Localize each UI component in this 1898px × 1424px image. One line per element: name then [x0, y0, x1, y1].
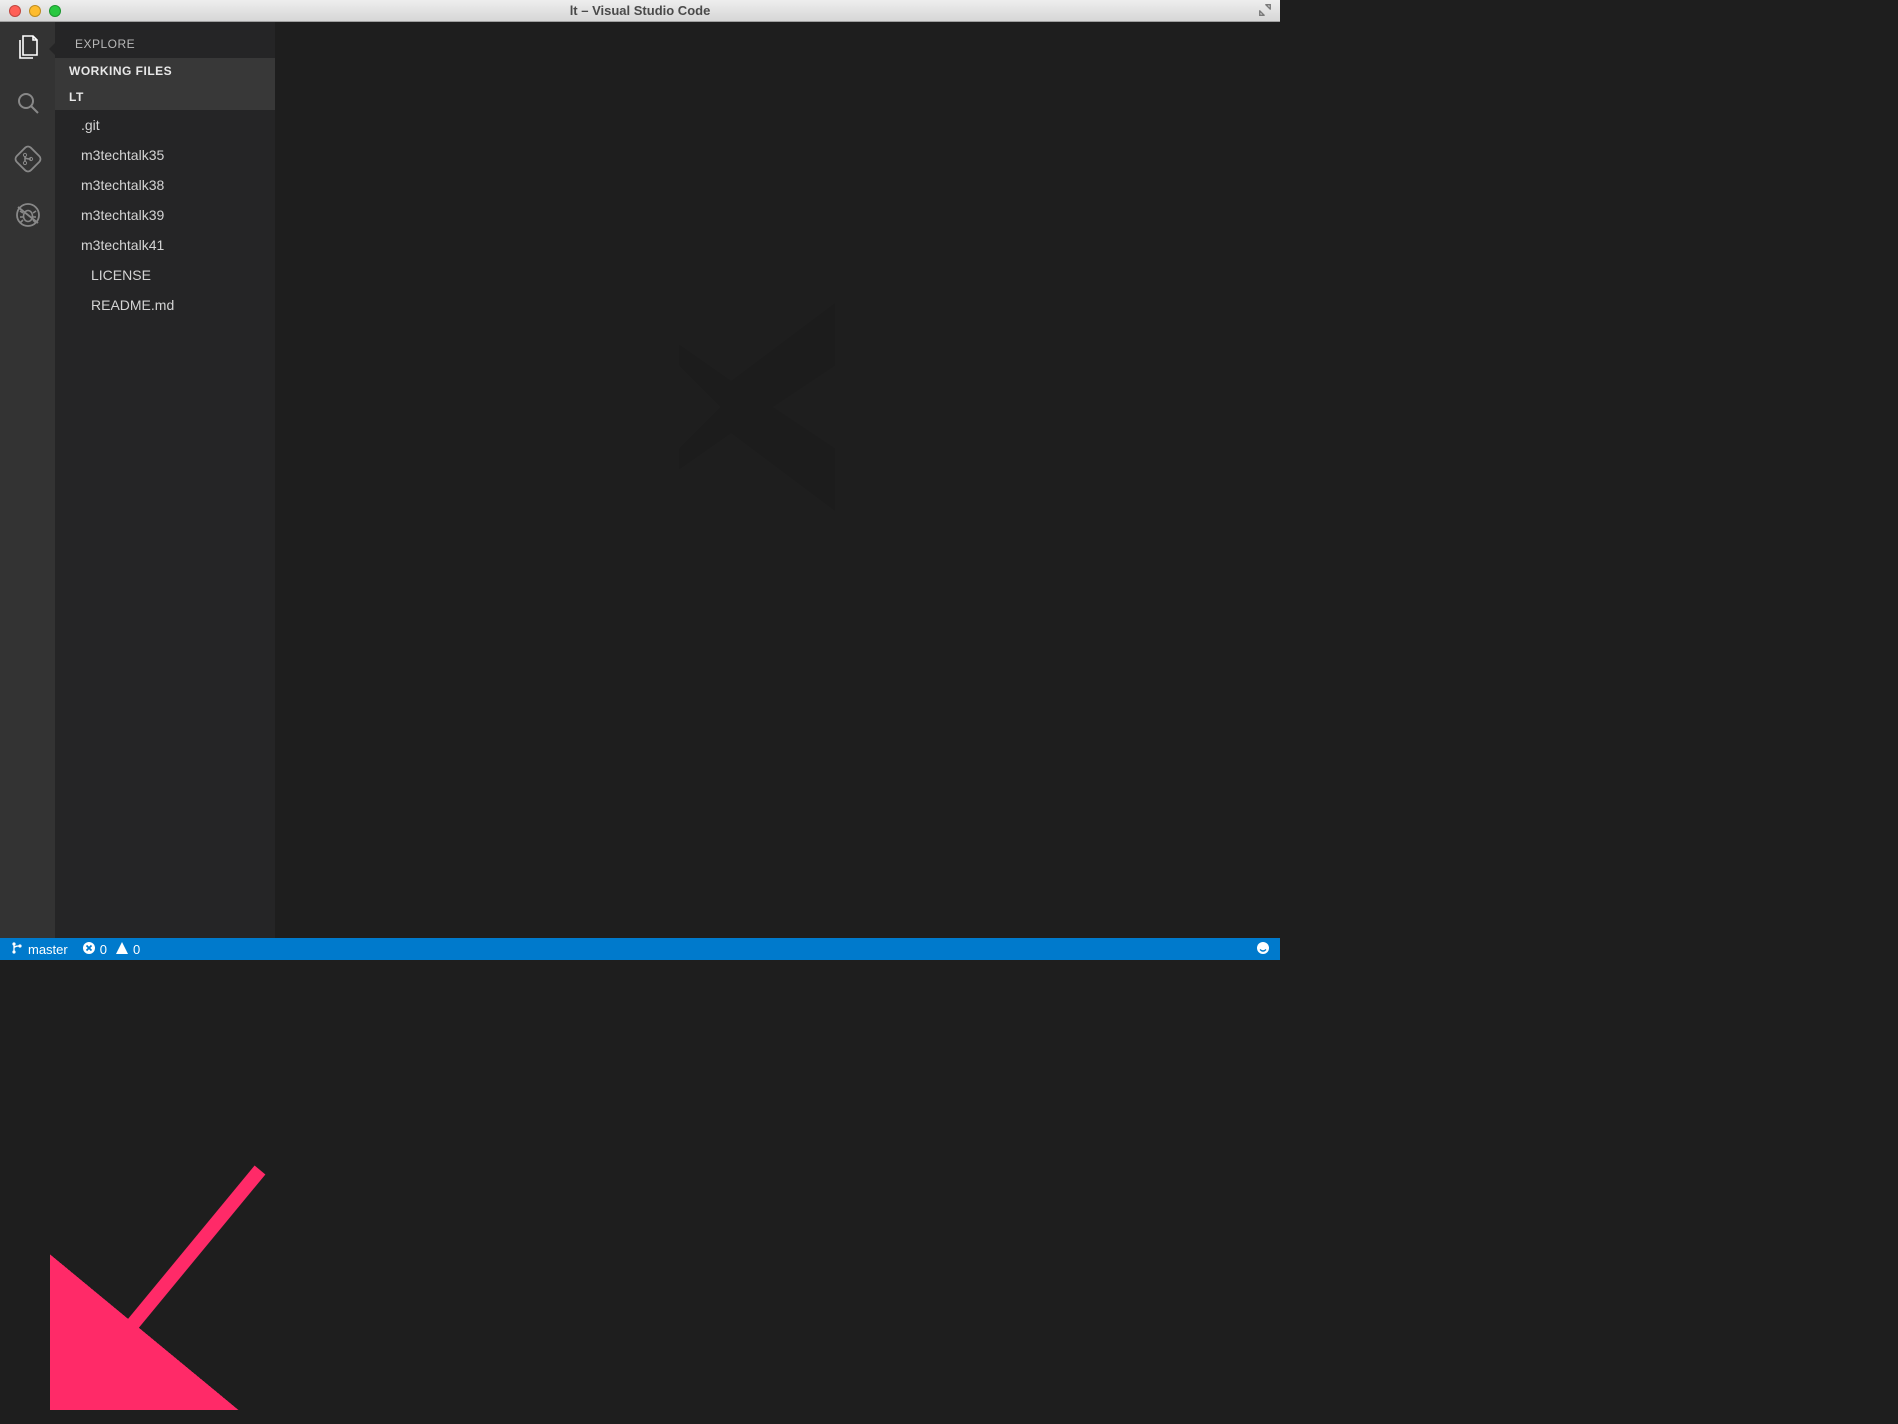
activity-bar	[0, 22, 55, 938]
tree-folder[interactable]: m3techtalk39	[55, 200, 275, 230]
search-icon	[14, 89, 42, 122]
files-icon	[14, 33, 42, 66]
status-warning-count: 0	[133, 942, 140, 957]
tree-item-label: m3techtalk35	[81, 144, 164, 166]
sidebar-panel-title: EXPLORE	[55, 30, 275, 58]
window-title: lt – Visual Studio Code	[0, 3, 1280, 18]
tree-file[interactable]: LICENSE	[55, 260, 275, 290]
git-branch-icon	[14, 145, 42, 178]
tree-folder[interactable]: .git	[55, 110, 275, 140]
window-close-button[interactable]	[9, 5, 21, 17]
status-problems[interactable]: 0 0	[82, 941, 140, 958]
tree-folder[interactable]: m3techtalk41	[55, 230, 275, 260]
fullscreen-icon[interactable]	[1258, 3, 1272, 17]
tree-folder[interactable]: m3techtalk38	[55, 170, 275, 200]
status-feedback[interactable]	[1256, 941, 1270, 958]
traffic-lights	[9, 5, 61, 17]
smiley-icon	[1256, 941, 1270, 958]
section-project[interactable]: LT	[55, 84, 275, 110]
section-project-label: LT	[69, 90, 84, 104]
tree-item-label: .git	[81, 114, 100, 136]
activity-explorer[interactable]	[13, 34, 43, 64]
vscode-logo-icon	[648, 277, 908, 537]
tree-file[interactable]: README.md	[55, 290, 275, 320]
activity-debug[interactable]	[13, 202, 43, 232]
status-branch-name: master	[28, 942, 68, 957]
tree-folder[interactable]: m3techtalk35	[55, 140, 275, 170]
section-working-files-label: WORKING FILES	[69, 64, 172, 78]
warning-icon	[115, 941, 129, 958]
workspace: EXPLORE WORKING FILES LT .git m3techtalk…	[0, 22, 1280, 938]
editor-area	[275, 22, 1280, 938]
activity-git[interactable]	[13, 146, 43, 176]
git-branch-icon	[10, 941, 24, 958]
status-error-count: 0	[100, 942, 107, 957]
activity-search[interactable]	[13, 90, 43, 120]
annotation-arrow	[50, 1150, 290, 1410]
window-zoom-button[interactable]	[49, 5, 61, 17]
section-working-files[interactable]: WORKING FILES	[55, 58, 275, 84]
status-git-branch[interactable]: master	[10, 941, 68, 958]
bug-icon	[14, 201, 42, 234]
tree-item-label: LICENSE	[91, 264, 151, 286]
titlebar: lt – Visual Studio Code	[0, 0, 1280, 22]
error-icon	[82, 941, 96, 958]
tree-item-label: m3techtalk41	[81, 234, 164, 256]
tree-item-label: m3techtalk39	[81, 204, 164, 226]
tree-item-label: m3techtalk38	[81, 174, 164, 196]
window-minimize-button[interactable]	[29, 5, 41, 17]
tree-item-label: README.md	[91, 294, 174, 316]
status-bar: master 0 0	[0, 938, 1280, 960]
sidebar: EXPLORE WORKING FILES LT .git m3techtalk…	[55, 22, 275, 938]
